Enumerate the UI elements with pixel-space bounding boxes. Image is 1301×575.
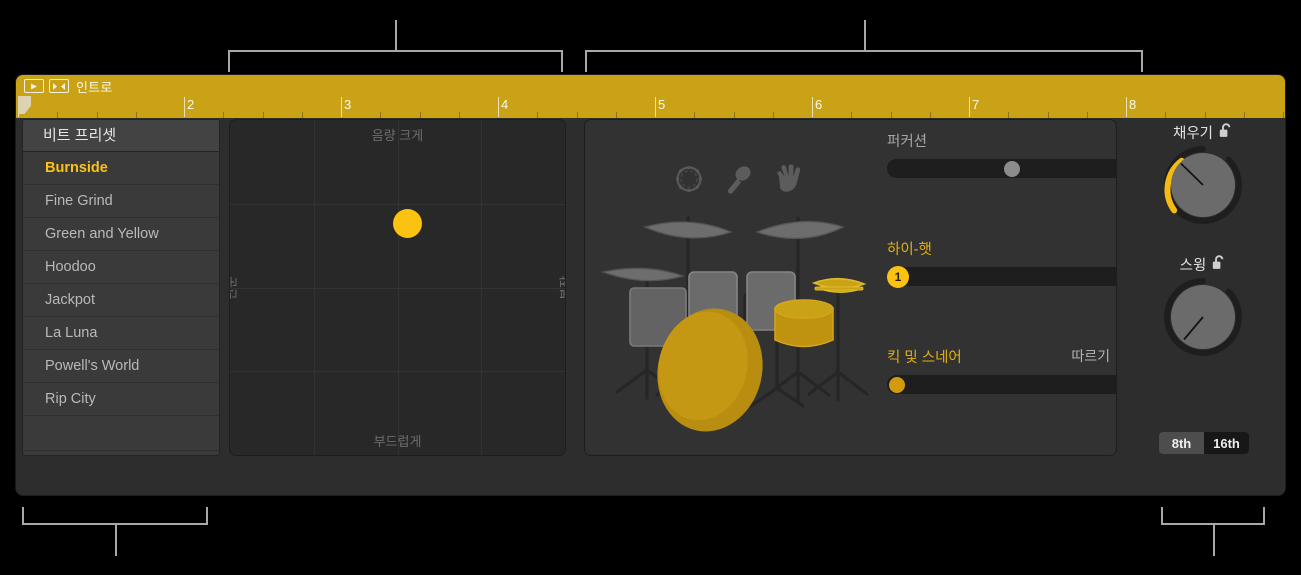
drum-kit-illustration[interactable] bbox=[585, 120, 885, 455]
callout-leader-bottom-1 bbox=[1213, 525, 1215, 556]
slider-thumb-1[interactable]: 1 bbox=[887, 265, 909, 288]
play-region-icon[interactable] bbox=[24, 79, 44, 93]
ruler-bar-number: 5 bbox=[658, 97, 666, 112]
swing-knob[interactable] bbox=[1162, 276, 1244, 358]
slider-label-1: 하이-햇 bbox=[887, 242, 932, 258]
ruler-bar-number: 8 bbox=[1129, 97, 1137, 112]
callout-leader-bottom-0 bbox=[115, 525, 117, 556]
preset-item-fine-grind[interactable]: Fine Grind bbox=[23, 185, 219, 218]
xy-gridline-v3 bbox=[481, 120, 483, 455]
slider-group-2: 킥 및 스네어 따르기 bbox=[887, 346, 1116, 394]
preset-list-empty-row bbox=[23, 416, 219, 451]
slider-group-1: 하이-햇 1 bbox=[887, 238, 1116, 288]
fills-knob-label-row: 채우기 bbox=[1121, 122, 1285, 143]
swing-knob-label: 스윙 bbox=[1179, 258, 1207, 274]
callout-bracket-top-0 bbox=[228, 50, 563, 72]
ruler-header: 인트로 bbox=[16, 75, 1285, 97]
callout-bracket-bottom-1 bbox=[1161, 507, 1265, 525]
xy-gridline-v2 bbox=[397, 120, 399, 455]
ruler-bar-number: 4 bbox=[501, 97, 509, 112]
unlocked-padlock-icon[interactable] bbox=[1212, 255, 1226, 274]
ruler-bar-scale[interactable]: 2 3 4 5 6 7 8 bbox=[16, 97, 1285, 118]
xy-label-simple: 단순 bbox=[229, 275, 239, 300]
section-name-label: 인트로 bbox=[76, 80, 113, 95]
slider-track-1[interactable]: 1 bbox=[887, 265, 1116, 288]
callout-bracket-bottom-0 bbox=[22, 507, 208, 525]
slider-label-0: 퍼커션 bbox=[887, 134, 928, 150]
editor-content: 비트 프리셋 Burnside Fine Grind Green and Yello… bbox=[16, 118, 1285, 495]
preset-item-burnside[interactable]: Burnside bbox=[23, 152, 219, 185]
beat-preset-header: 비트 프리셋 bbox=[23, 120, 219, 152]
slider-track-2[interactable] bbox=[887, 375, 1116, 394]
ruler-bar-number: 3 bbox=[344, 97, 352, 112]
callout-leader-top-1 bbox=[864, 20, 866, 50]
ruler-bar-number: 7 bbox=[972, 97, 980, 112]
knob-panel: 채우기 스윙 8th 16th bbox=[1121, 118, 1285, 455]
preset-items-container: Burnside Fine Grind Green and Yellow Hoodoo… bbox=[23, 152, 219, 416]
flex-time-icon[interactable] bbox=[49, 79, 69, 93]
ruler-bar-number: 6 bbox=[815, 97, 823, 112]
xy-label-complex: 복잡 bbox=[558, 275, 566, 300]
note-division-option-8th[interactable]: 8th bbox=[1159, 432, 1204, 454]
fills-knob-label: 채우기 bbox=[1172, 126, 1214, 142]
instrument-sliders: 퍼커션하이-햇 1 킥 및 스네어 따르기 bbox=[885, 120, 1116, 455]
preset-item-green-and-yellow[interactable]: Green and Yellow bbox=[23, 218, 219, 251]
slider-track-0[interactable] bbox=[887, 159, 1116, 178]
preset-item-jackpot[interactable]: Jackpot bbox=[23, 284, 219, 317]
slider-thumb-2[interactable] bbox=[889, 376, 905, 393]
xy-label-soft: 부드럽게 bbox=[373, 434, 422, 449]
fills-knob[interactable] bbox=[1162, 144, 1244, 226]
xy-gridline-v1 bbox=[313, 120, 315, 455]
note-division-segmented-control[interactable]: 8th 16th bbox=[1159, 432, 1249, 454]
xy-pad-puck[interactable] bbox=[393, 209, 423, 239]
preset-item-hoodoo[interactable]: Hoodoo bbox=[23, 251, 219, 284]
preset-item-rip-city[interactable]: Rip City bbox=[23, 383, 219, 416]
xy-label-loud: 음량 크게 bbox=[371, 128, 424, 143]
unlocked-padlock-icon[interactable] bbox=[1219, 123, 1233, 142]
drum-kit-panel[interactable]: 퍼커션하이-햇 1 킥 및 스네어 따르기 bbox=[584, 119, 1117, 456]
note-division-option-16th[interactable]: 16th bbox=[1204, 432, 1249, 454]
slider-thumb-0[interactable] bbox=[1003, 160, 1020, 177]
beat-preset-list[interactable]: 비트 프리셋 Burnside Fine Grind Green and Yello… bbox=[22, 119, 220, 456]
drummer-editor-window: 인트로 2 3 4 5 6 7 8 비트 프리셋 Burnside Fine Grind Gre… bbox=[16, 75, 1285, 495]
slider-group-0: 퍼커션 bbox=[887, 130, 1116, 178]
ruler-bar-number: 2 bbox=[187, 97, 195, 112]
follow-label: 따르기 bbox=[1071, 348, 1110, 364]
follow-toggle[interactable]: 따르기 bbox=[1071, 346, 1116, 366]
callout-leader-top-0 bbox=[395, 20, 397, 50]
timeline-ruler[interactable]: 인트로 2 3 4 5 6 7 8 bbox=[16, 75, 1285, 118]
preset-item-powell-s-world[interactable]: Powell's World bbox=[23, 350, 219, 383]
preset-item-la-luna[interactable]: La Luna bbox=[23, 317, 219, 350]
swing-knob-label-row: 스윙 bbox=[1121, 254, 1285, 275]
callout-bracket-top-1 bbox=[585, 50, 1143, 72]
xy-pad[interactable]: 음량 크게 부드럽게 단순 복잡 bbox=[229, 119, 566, 456]
